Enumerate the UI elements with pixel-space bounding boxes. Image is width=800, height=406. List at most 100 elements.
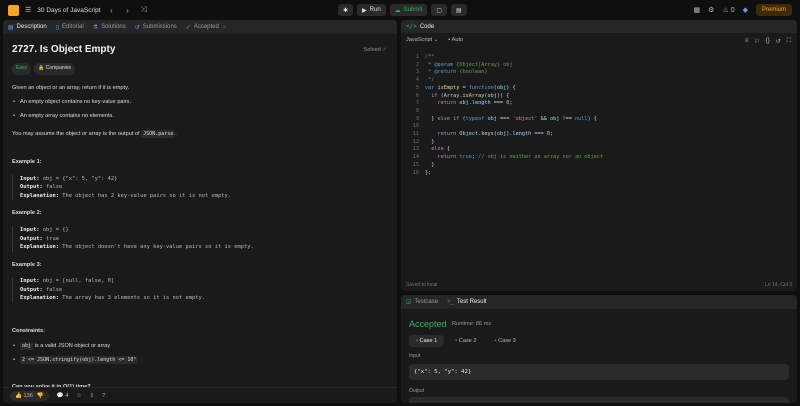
code-line: }; [425,169,432,176]
code-line: } [425,138,435,145]
note-icon: ▢ [436,7,443,14]
code-panel: </> Code JavaScript ⌄ ▪ Auto ≡ ⚐ {} ↺ ⛶ … [401,20,797,291]
code-line: return true; // obj is neither an array … [437,154,604,161]
code-line: * @return {boolean} [425,69,488,76]
description-tabs: ▤ Description ▯ Editorial ⚗ Solutions ↺ Subm… [3,20,397,34]
thumbs-down-icon: 👎 [36,392,44,399]
check-circle-icon: ✓ [185,24,191,31]
close-tab-icon[interactable]: ✕ [222,24,227,31]
example-heading: Example 1: [12,159,42,166]
save-status: Saved to local [406,282,438,288]
streak-counter[interactable]: ♨ 0 [722,6,734,14]
list-item: obj is a valid JSON object or array [12,341,388,351]
top-bar: ☰ 30 Days of JavaScript ‹ › ⤨ ✱ ▶ Run ☁ Su… [0,0,800,20]
tab-description[interactable]: ▤ Description [8,24,47,31]
line-number: 1 [415,54,419,60]
code-editor[interactable]: 1 2 3 4 5 6 7 8 9 10 11 12 13 14 15 16 /** * @param {Ob… [401,50,797,275]
premium-button[interactable]: Premium [755,4,792,16]
whiteboard-button[interactable]: ▤ [451,4,467,16]
layout-icon[interactable]: ▦ [694,6,701,14]
play-icon: ▶ [362,7,367,14]
problem-description: 2727. Is Object Empty Solved ✓ Easy 🔒 Co… [3,34,397,399]
problem-title[interactable]: 2727. Is Object Empty [12,42,388,57]
code-line: else { [431,146,450,153]
description-panel: ▤ Description ▯ Editorial ⚗ Solutions ↺ Subm… [3,20,397,403]
list-icon[interactable]: ☰ [25,6,31,14]
run-button[interactable]: ▶ Run [357,4,386,16]
prev-problem-icon[interactable]: ‹ [107,6,117,15]
line-number: 2 [415,61,419,68]
case-tab-2[interactable]: • Case 2 [448,335,483,347]
flask-icon: ⚗ [92,24,99,31]
case-tab-3[interactable]: • Case 3 [488,335,523,347]
settings-icon[interactable]: ⚙ [708,6,714,14]
share-icon[interactable]: ⇪ [90,393,95,399]
list-item: An empty array contains no elements. [12,112,388,121]
language-select[interactable]: JavaScript ⌄ [406,37,438,43]
test-panel: ☑ Testcase >_ Test Result Accepted Runtime… [401,295,797,403]
comments-button[interactable]: 💬 4 [57,393,69,399]
output-value [409,397,789,403]
tab-testcase[interactable]: ☑ Testcase [406,299,438,306]
tab-accepted[interactable]: ✓ Accepted ✕ [186,24,227,31]
line-number: 3 [415,69,419,76]
avatar[interactable]: ◆ [743,6,748,14]
cursor-position: Ln 14, Col 3 [765,282,792,288]
book-icon: ▯ [55,24,59,31]
document-icon: ▤ [8,24,14,31]
test-tabs: ☑ Testcase >_ Test Result [401,295,797,309]
cloud-upload-icon: ☁ [394,7,401,14]
case-tab-1[interactable]: • Case 1 [409,335,445,347]
next-problem-icon[interactable]: › [123,6,133,15]
submit-button[interactable]: ☁ Submit [389,4,428,16]
line-number: 8 [415,107,419,114]
like-button[interactable]: 👍 136 [15,393,33,399]
notes-button[interactable]: ▢ [431,4,448,16]
tab-editorial[interactable]: ▯ Editorial [56,24,84,31]
auto-mode[interactable]: ▪ Auto [448,37,463,43]
tab-solutions[interactable]: ⚗ Solutions [93,24,126,31]
code-icon: </> [406,23,417,30]
code-line: } else if (typeof obj === 'object' && ob… [425,115,597,122]
code-line: */ [425,77,435,84]
leetcode-logo[interactable] [8,4,19,16]
check-icon: ✓ [382,47,387,53]
code-line: return obj.length === 0; [437,100,513,107]
example-block: Input: obj = [null, false, 0] Output: fa… [12,277,388,304]
bookmark-icon[interactable]: ⚐ [754,38,759,45]
line-number: 6 [415,92,419,99]
lock-icon: 🔒 [38,65,45,71]
line-number: 13 [412,146,419,153]
study-plan-title[interactable]: 30 Days of JavaScript [37,7,100,14]
tab-test-result[interactable]: >_ Test Result [447,299,487,305]
line-number: 15 [412,161,419,168]
line-number: 4 [415,77,419,84]
shuffle-icon[interactable]: ⤨ [139,5,149,15]
line-number: 11 [412,131,419,137]
input-label: Input [409,353,421,359]
line-number: 16 [412,169,419,176]
format-icon[interactable]: ≡ [745,38,749,45]
case-tabs: • Case 1 • Case 2 • Case 3 [409,335,523,347]
code-line: * @param {Object|Array} obj [425,61,513,68]
help-icon[interactable]: ? [102,393,105,399]
editor-toolbar: JavaScript ⌄ ▪ Auto ≡ ⚐ {} ↺ ⛶ [401,33,797,47]
code-line: if (Array.isArray(obj)) { [431,92,510,99]
tab-submissions[interactable]: ↺ Submissions [135,24,177,31]
example-heading: Example 2: [12,210,42,217]
terminal-icon: >_ [447,299,454,305]
solved-status: Solved ✓ [363,47,387,53]
favorite-icon[interactable]: ☆ [77,393,82,399]
dislike-button[interactable]: 👎 [37,393,44,399]
line-number: 9 [415,115,419,122]
reset-icon[interactable]: ↺ [776,38,781,45]
line-number: 14 [412,154,419,161]
difficulty-badge: Easy [12,63,32,75]
braces-icon[interactable]: {} [766,38,770,45]
debug-button[interactable]: ✱ [338,4,354,16]
checkbox-icon: ☑ [406,299,412,306]
chevron-down-icon: ⌄ [433,37,439,43]
companies-badge[interactable]: 🔒 Companies [34,63,76,75]
fullscreen-icon[interactable]: ⛶ [787,38,791,45]
example-block: Input: obj = {"x": 5, "y": 42} Output: f… [12,174,388,201]
